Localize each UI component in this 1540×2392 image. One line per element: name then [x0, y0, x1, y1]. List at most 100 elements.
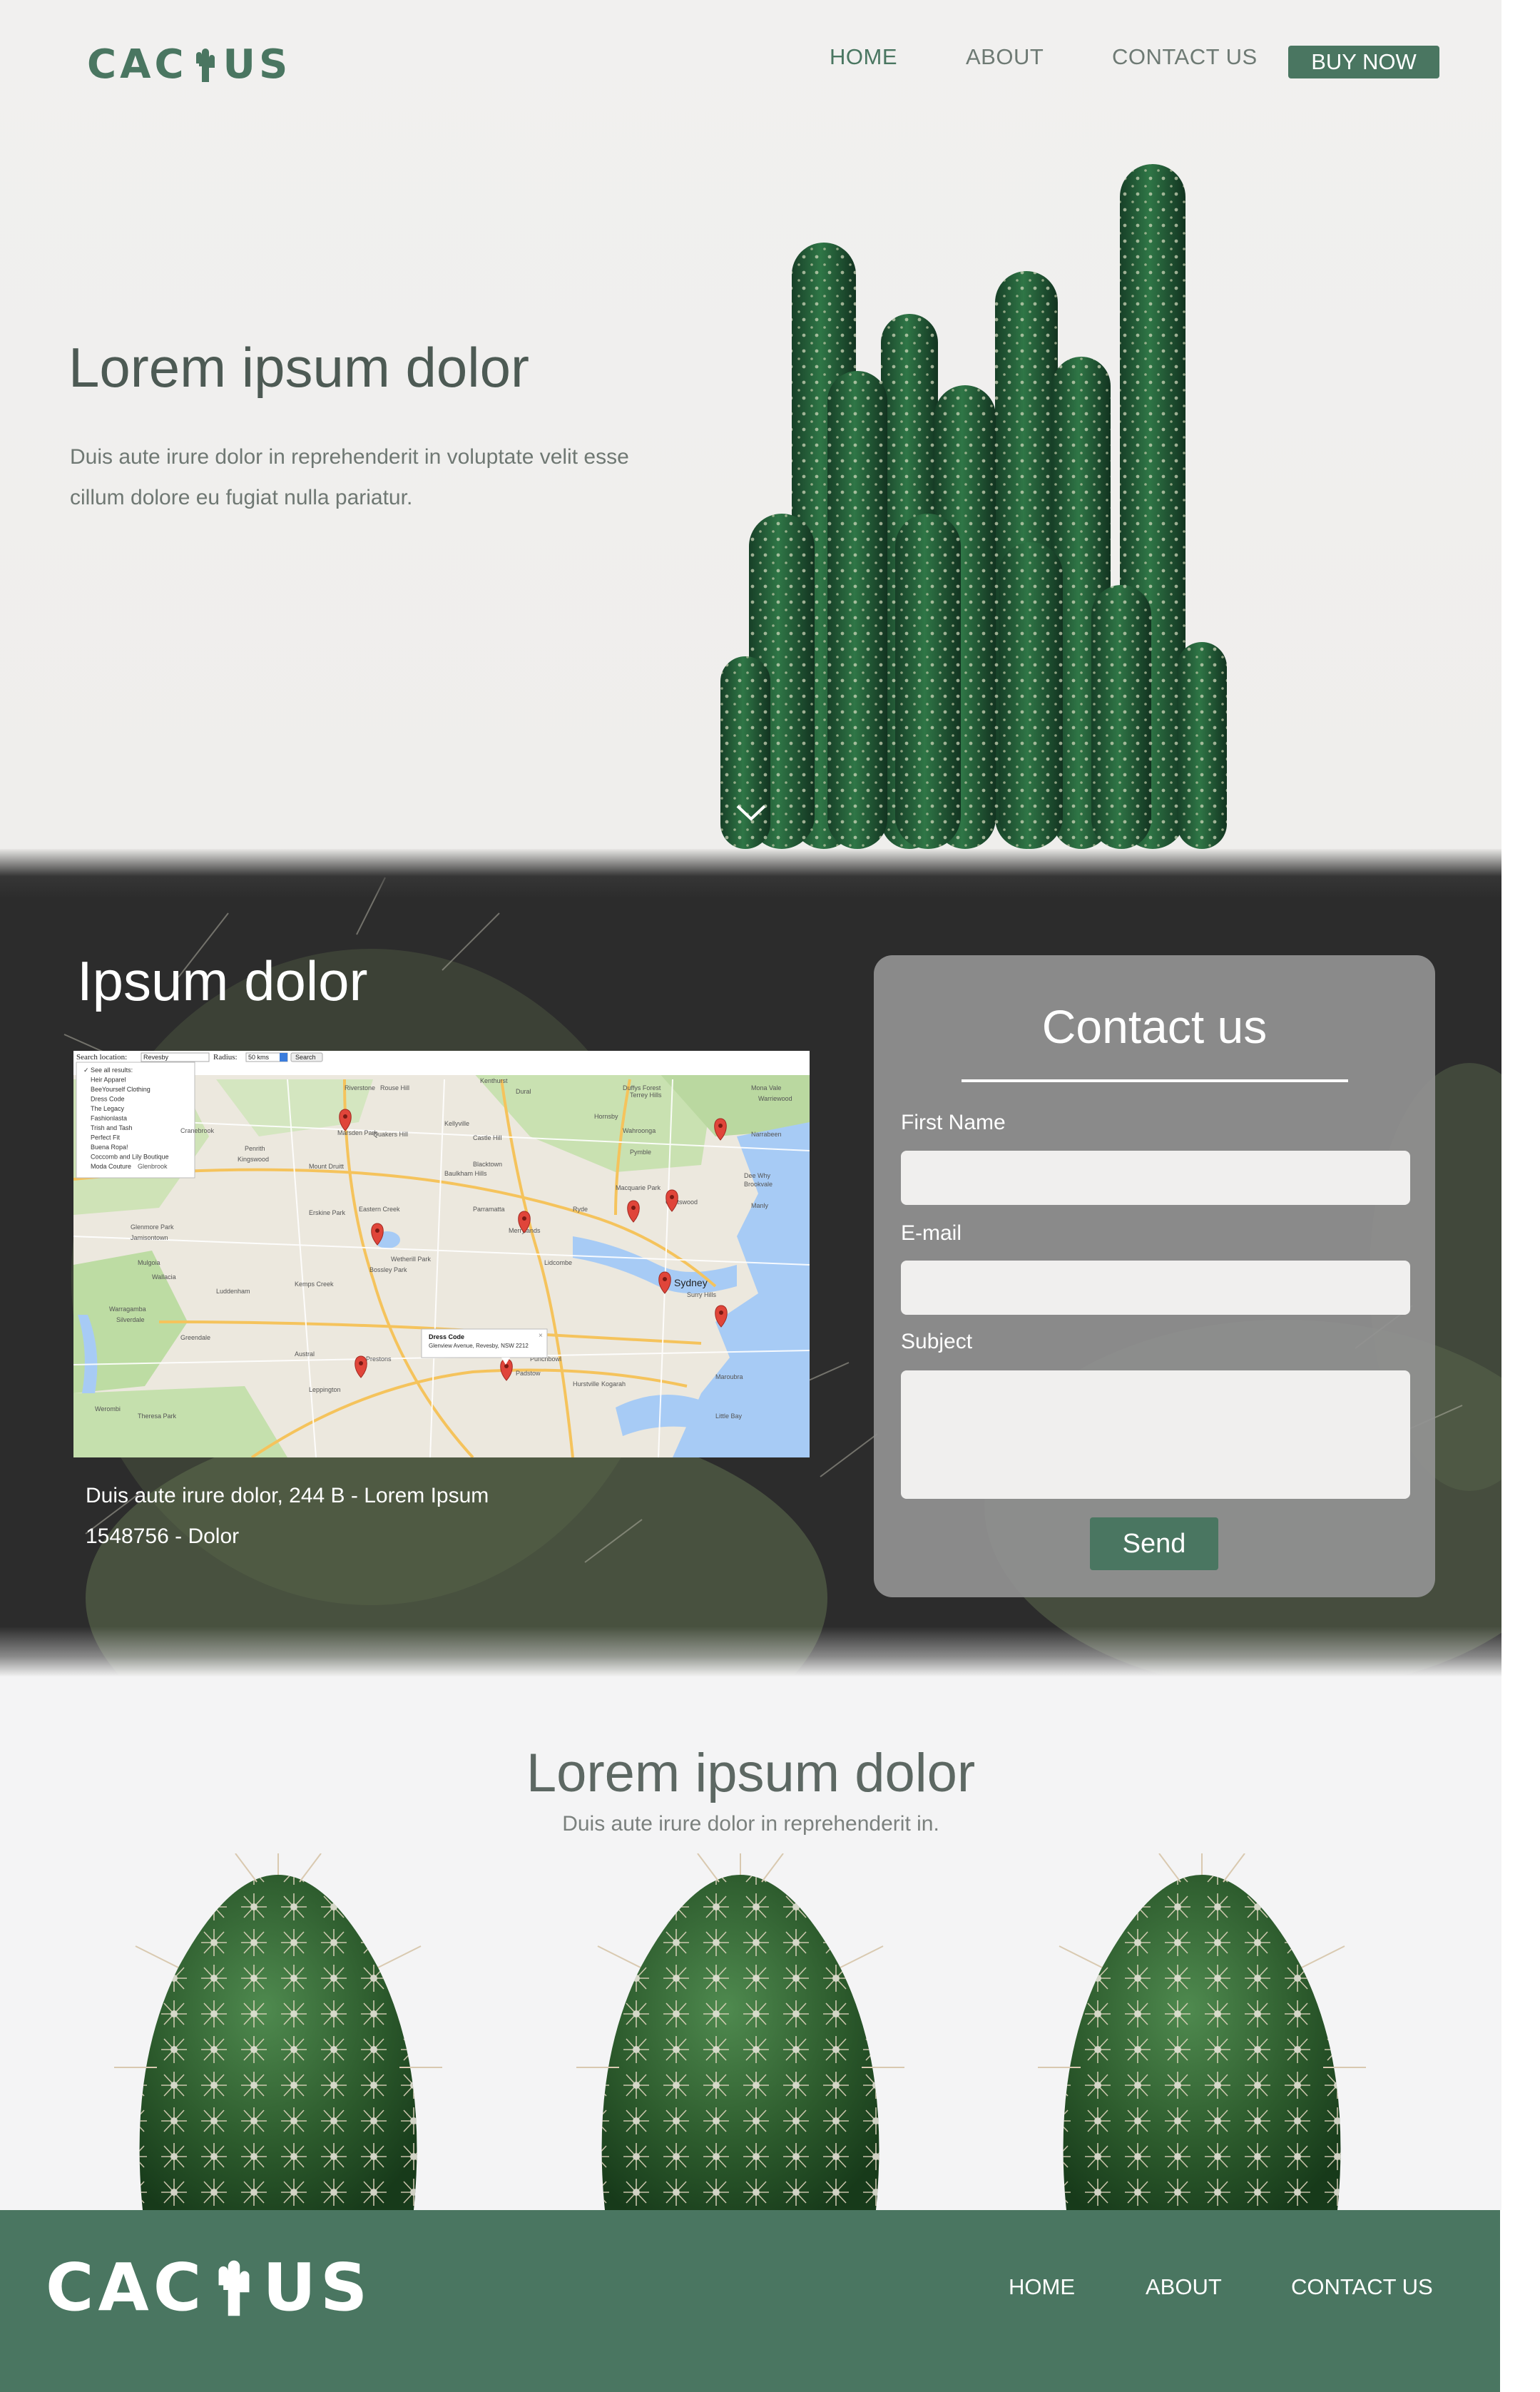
contact-section-title: Ipsum dolor — [77, 950, 368, 1012]
map-place-label: Leppington — [309, 1386, 341, 1393]
map-result-item[interactable]: Buena Ropa! — [91, 1144, 128, 1151]
map-place-label: Jamisontown — [131, 1234, 168, 1241]
map-radius-value[interactable]: 50 kms — [248, 1054, 270, 1061]
map-result-item[interactable]: Trish and Tash — [91, 1124, 133, 1131]
hero-section: CAC US HOME ABOUT CONTACT US BUY NOW Lore… — [0, 0, 1501, 849]
map-search-value[interactable]: Revesby — [143, 1054, 169, 1061]
map-place-label: Eastern Creek — [359, 1206, 400, 1213]
map-place-label: Macquarie Park — [616, 1184, 661, 1191]
product-cactus-image-2[interactable] — [576, 1853, 904, 2210]
cactus-logo-icon — [195, 49, 215, 82]
hero-subtitle-line-1: Duis aute irure dolor in reprehenderit i… — [70, 445, 629, 469]
map-place-label: Terrey Hills — [630, 1091, 662, 1099]
map-result-item[interactable]: Heir Apparel — [91, 1077, 126, 1084]
first-name-label: First Name — [901, 1111, 1006, 1134]
map-popup-title: Dress Code — [429, 1333, 464, 1340]
map-result-item[interactable]: The Legacy — [91, 1105, 125, 1112]
map-place-label: Dural — [516, 1088, 531, 1095]
map-place-label: Mount Druitt — [309, 1163, 345, 1170]
map-place-label: Kogarah — [601, 1380, 626, 1388]
map-place-label: Riverstone — [345, 1084, 375, 1091]
map-place-label: Marsden Park — [337, 1129, 378, 1136]
map-place-label: Hornsby — [594, 1113, 618, 1120]
chevron-down-icon[interactable] — [735, 802, 768, 823]
section-shadow-bottom — [0, 1627, 1501, 1676]
map-place-label: Warriewood — [758, 1095, 792, 1102]
products-title: Lorem ipsum dolor — [526, 1743, 976, 1803]
nav-about[interactable]: ABOUT — [966, 44, 1044, 70]
footer-logo-text-right: US — [262, 2249, 372, 2326]
first-name-input[interactable] — [901, 1151, 1410, 1205]
map-results-header: ✓ See all results: — [83, 1067, 133, 1074]
map-place-label: Blacktown — [473, 1161, 502, 1168]
header-logo[interactable]: CAC US — [87, 41, 291, 88]
map-place-label: Warragamba — [109, 1306, 146, 1313]
map-place-label: Glenmore Park — [131, 1223, 174, 1231]
subject-textarea[interactable] — [901, 1370, 1410, 1499]
email-label: E-mail — [901, 1221, 962, 1245]
map-place-label: Austral — [295, 1350, 315, 1358]
map-place-label: Luddenham — [216, 1288, 250, 1295]
map-place-label: Erskine Park — [309, 1209, 346, 1216]
address-line-1: Duis aute irure dolor, 244 B - Lorem Ips… — [86, 1484, 489, 1507]
products-section: Lorem ipsum dolor Duis aute irure dolor … — [0, 1676, 1501, 2210]
map-place-label: Prestons — [366, 1355, 392, 1363]
map-result-item[interactable]: Moda Couture — [91, 1163, 131, 1170]
store-map[interactable]: Search location: Revesby Radius: 50 kms … — [73, 1051, 810, 1457]
map-popup-address: Glenview Avenue, Revesby, NSW 2212 — [429, 1343, 529, 1349]
map-place-label: Narrabeen — [751, 1131, 782, 1138]
map-place-label: Maroubra — [715, 1373, 743, 1380]
map-result-item[interactable]: Perfect Fit — [91, 1134, 121, 1141]
map-place-label: Surry Hills — [687, 1291, 717, 1298]
map-canvas[interactable]: Search location: Revesby Radius: 50 kms … — [73, 1051, 810, 1457]
map-place-label: Greendale — [180, 1334, 210, 1341]
map-place-label: Kingswood — [238, 1156, 269, 1163]
map-result-item[interactable]: Fashionlasta — [91, 1115, 127, 1122]
map-place-label: Silverdale — [116, 1316, 145, 1323]
map-place-label: Kellyville — [444, 1120, 469, 1127]
map-place-label: Wetherill Park — [391, 1256, 431, 1263]
map-search-button[interactable]: Search — [295, 1054, 316, 1061]
map-place-label: Glenbrook — [138, 1163, 168, 1170]
product-cactus-image-1[interactable] — [114, 1853, 442, 2210]
map-place-label: Parramatta — [473, 1206, 505, 1213]
map-result-item[interactable]: Dress Code — [91, 1096, 125, 1103]
footer-logo-text-left: CAC — [46, 2249, 206, 2326]
map-place-label: Baulkham Hills — [444, 1170, 487, 1177]
map-place-label: Kemps Creek — [295, 1281, 334, 1288]
map-place-label: Duffys Forest — [623, 1084, 661, 1091]
buy-now-button[interactable]: BUY NOW — [1288, 46, 1439, 78]
map-place-label: Sydney — [674, 1277, 708, 1288]
send-button[interactable]: Send — [1090, 1517, 1218, 1570]
map-popup-close-icon[interactable]: × — [539, 1332, 543, 1340]
logo-text-right: US — [223, 41, 292, 88]
nav-contact-us[interactable]: CONTACT US — [1112, 44, 1258, 70]
map-place-label: Ryde — [573, 1206, 588, 1213]
map-place-label: Rouse Hill — [380, 1084, 409, 1091]
footer-nav-contact-us[interactable]: CONTACT US — [1291, 2274, 1433, 2300]
email-input[interactable] — [901, 1261, 1410, 1315]
nav-home[interactable]: HOME — [830, 44, 897, 70]
product-cactus-image-3[interactable] — [1038, 1853, 1366, 2210]
map-place-label: Werombi — [95, 1405, 121, 1413]
map-place-label: Penrith — [245, 1145, 265, 1152]
hero-cactus-image — [720, 164, 1227, 849]
map-place-label: Wahroonga — [623, 1127, 656, 1134]
page: CAC US HOME ABOUT CONTACT US BUY NOW Lore… — [0, 0, 1501, 2392]
map-place-label: Padstow — [516, 1370, 541, 1377]
footer-nav-about[interactable]: ABOUT — [1146, 2274, 1222, 2300]
footer-nav-home[interactable]: HOME — [1009, 2274, 1075, 2300]
map-result-item[interactable]: Coccomb and Lily Boutique — [91, 1154, 169, 1161]
map-place-label: Pymble — [630, 1149, 651, 1156]
section-shadow-top — [0, 849, 1501, 899]
map-place-label: Cranebrook — [180, 1127, 215, 1134]
cactus-logo-icon — [218, 2260, 250, 2316]
address-line-2: 1548756 - Dolor — [86, 1525, 240, 1548]
footer: CAC US HOME ABOUT CONTACT US — [0, 2210, 1500, 2392]
footer-logo[interactable]: CAC US — [46, 2249, 372, 2326]
logo-text-left: CAC — [87, 41, 188, 88]
map-result-item[interactable]: BeeYourself Clothing — [91, 1086, 151, 1093]
hero-subtitle-line-2: cillum dolore eu fugiat nulla pariatur. — [70, 486, 413, 509]
subject-label: Subject — [901, 1330, 973, 1353]
map-place-label: Wallacia — [152, 1273, 176, 1281]
